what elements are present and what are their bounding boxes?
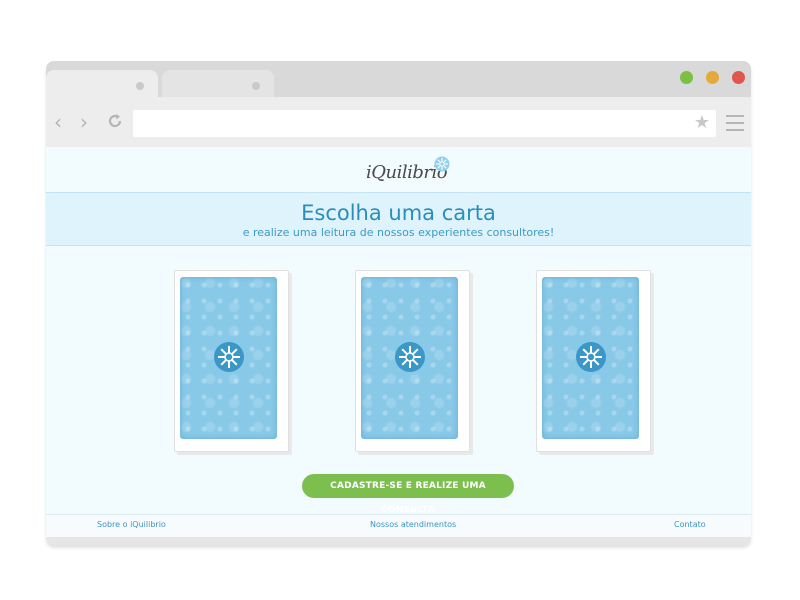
flower-emblem-icon [395, 342, 425, 372]
tab-strip [46, 61, 751, 97]
flower-emblem-icon [214, 342, 244, 372]
browser-toolbar: ‹ › ★ [46, 97, 751, 147]
maximize-button[interactable] [680, 71, 693, 84]
card-back [542, 277, 639, 439]
logo-flower-icon [434, 156, 450, 172]
forward-arrow-icon[interactable]: › [80, 112, 88, 132]
signup-consultation-button[interactable]: CADASTRE-SE E REALIZE UMA CONSULTA [302, 474, 514, 515]
browser-window: ‹ › ★ iQuilibrio Escolha uma carta e rea… [46, 61, 751, 545]
tab-close-icon[interactable] [252, 82, 260, 90]
footer-link-services[interactable]: Nossos atendimentos [370, 520, 456, 529]
footer-link-about[interactable]: Sobre o iQuilibrio [97, 520, 166, 529]
star-icon[interactable]: ★ [694, 113, 710, 133]
menu-icon[interactable] [726, 115, 744, 136]
tarot-card-3[interactable] [536, 270, 651, 452]
hero-banner: Escolha uma carta e realize uma leitura … [46, 192, 751, 246]
card-back [361, 277, 458, 439]
browser-tab-1[interactable] [46, 70, 158, 97]
reload-icon[interactable] [106, 112, 124, 131]
footer-link-contact[interactable]: Contato [674, 520, 706, 529]
site-footer: Sobre o iQuilibrio Nossos atendimentos C… [46, 514, 751, 537]
browser-tab-2[interactable] [162, 70, 274, 97]
minimize-button[interactable] [706, 71, 719, 84]
back-arrow-icon[interactable]: ‹ [54, 112, 62, 132]
tab-close-icon[interactable] [136, 82, 144, 90]
tarot-card-2[interactable] [355, 270, 470, 452]
window-bottom-edge [46, 537, 751, 545]
address-bar[interactable]: ★ [133, 110, 716, 137]
card-back [180, 277, 277, 439]
tarot-card-1[interactable] [174, 270, 289, 452]
flower-emblem-icon [576, 342, 606, 372]
web-page: iQuilibrio Escolha uma carta e realize u… [46, 147, 751, 545]
page-subtitle: e realize uma leitura de nossos experien… [242, 226, 555, 239]
close-window-button[interactable] [732, 71, 745, 84]
page-title: Escolha uma carta [301, 201, 496, 225]
